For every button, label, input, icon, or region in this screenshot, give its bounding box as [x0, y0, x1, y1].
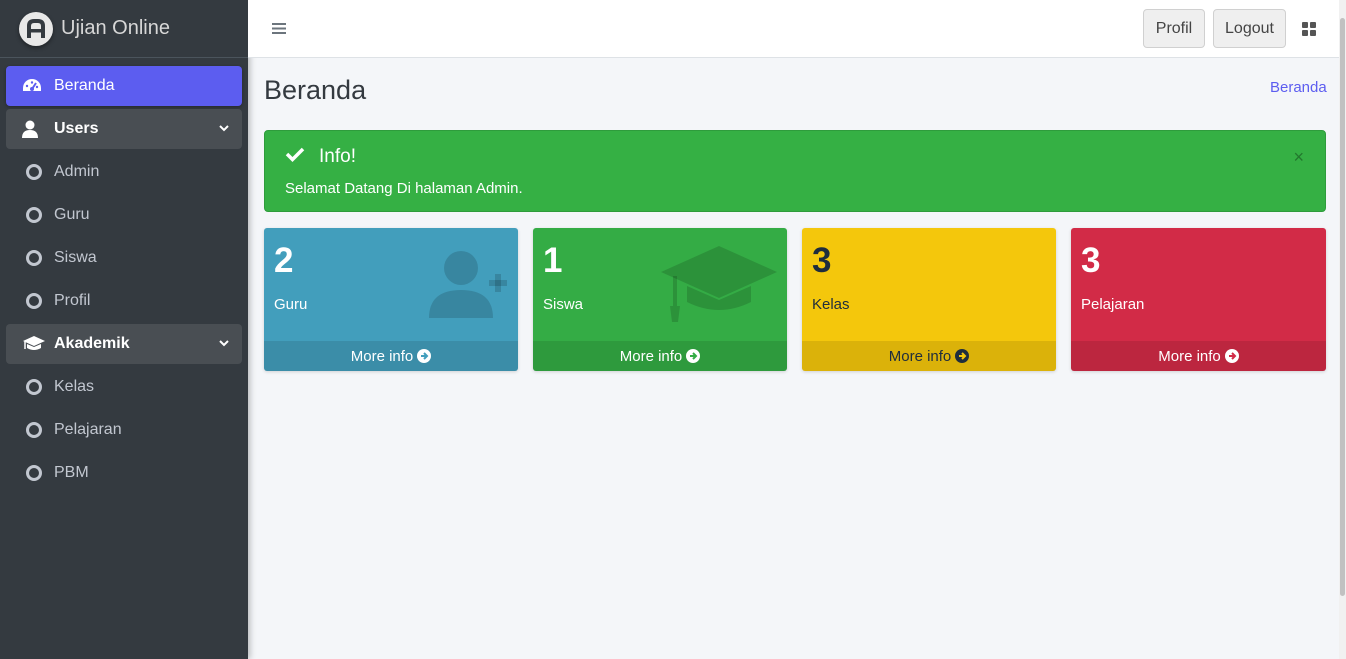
sidebar-item-label: Siswa: [54, 249, 97, 266]
sidebar-item-pelajaran[interactable]: Pelajaran: [6, 410, 242, 450]
stat-box-siswa: 1 Siswa More info: [533, 228, 787, 371]
stat-label: Siswa: [543, 296, 584, 313]
stat-value: 2: [274, 241, 294, 280]
more-info-link[interactable]: More info: [533, 341, 787, 371]
user-icon: [22, 119, 46, 139]
stat-value: 3: [1081, 241, 1101, 280]
chevron-down-icon: [218, 336, 230, 354]
circle-icon: [22, 463, 46, 483]
circle-icon: [22, 420, 46, 440]
apps-grid-icon[interactable]: [1302, 22, 1316, 41]
sidebar-item-label: Guru: [54, 206, 90, 223]
stat-label: Kelas: [812, 296, 850, 313]
close-icon[interactable]: ×: [1293, 147, 1304, 168]
sidebar-item-users[interactable]: Users: [6, 109, 242, 149]
more-info-label: More info: [619, 347, 683, 365]
sidebar-item-profil[interactable]: Profil: [6, 281, 242, 321]
stat-label: Guru: [274, 296, 308, 313]
sidebar-item-siswa[interactable]: Siswa: [6, 238, 242, 278]
circle-icon: [22, 248, 46, 268]
stat-box-pelajaran: 3 Pelajaran More info: [1071, 228, 1326, 371]
more-info-label: More info: [888, 347, 952, 365]
stat-value: 1: [543, 241, 563, 280]
alert-message: Selamat Datang Di halaman Admin.: [285, 180, 523, 197]
check-icon: [285, 146, 305, 168]
alert-header: Info!: [285, 146, 356, 168]
more-info-link[interactable]: More info: [802, 341, 1056, 371]
dashboard-icon: [22, 76, 46, 96]
sidebar-item-akademik[interactable]: Akademik: [6, 324, 242, 364]
circle-icon: [22, 291, 46, 311]
sidebar-item-admin[interactable]: Admin: [6, 152, 242, 192]
scrollbar[interactable]: [1339, 0, 1346, 659]
sidebar-item-pbm[interactable]: PBM: [6, 453, 242, 493]
more-info-label: More info: [1158, 347, 1221, 365]
more-info-link[interactable]: More info: [1071, 341, 1326, 371]
sidebar-item-beranda[interactable]: Beranda: [6, 66, 242, 106]
info-alert: Info! Selamat Datang Di halaman Admin. ×: [264, 130, 1326, 212]
sidebar: Ujian Online Beranda Users Admin Guru Si…: [0, 0, 248, 659]
breadcrumb[interactable]: Beranda: [1270, 79, 1327, 96]
scrollbar-thumb[interactable]: [1340, 18, 1345, 596]
sidebar-item-label: Kelas: [54, 378, 95, 395]
sidebar-item-label: PBM: [54, 464, 89, 481]
sidebar-item-label: Profil: [54, 292, 91, 309]
sidebar-item-label: Beranda: [54, 77, 115, 94]
sidebar-item-kelas[interactable]: Kelas: [6, 367, 242, 407]
stat-box-kelas: 3 Kelas More info: [802, 228, 1056, 371]
page-title: Beranda: [264, 75, 367, 105]
more-info-link[interactable]: More info: [264, 341, 518, 371]
sidebar-item-guru[interactable]: Guru: [6, 195, 242, 235]
brand-name: Ujian Online: [61, 17, 170, 39]
stat-label: Pelajaran: [1081, 296, 1145, 313]
arrow-circle-right-icon: [686, 349, 701, 363]
user-plus-icon: [427, 248, 509, 325]
sidebar-item-label: Users: [54, 120, 99, 137]
brand[interactable]: Ujian Online: [0, 0, 248, 58]
graduation-cap-icon: [22, 334, 46, 354]
alert-title: Info!: [319, 146, 356, 167]
logout-button[interactable]: Logout: [1213, 9, 1286, 48]
arrow-circle-right-icon: [955, 349, 970, 363]
circle-icon: [22, 205, 46, 225]
profil-button[interactable]: Profil: [1143, 9, 1205, 48]
more-info-label: More info: [350, 347, 414, 365]
topbar: Profil Logout: [248, 0, 1339, 58]
hamburger-menu-icon[interactable]: [272, 22, 286, 40]
stat-box-guru: 2 Guru More info: [264, 228, 518, 371]
graduation-cap-icon: [659, 244, 779, 329]
chevron-down-icon: [218, 121, 230, 139]
circle-icon: [22, 377, 46, 397]
circle-icon: [22, 162, 46, 182]
arrow-circle-right-icon: [1224, 349, 1239, 363]
sidebar-item-label: Pelajaran: [54, 421, 122, 438]
arrow-circle-right-icon: [417, 349, 432, 363]
stat-value: 3: [812, 241, 832, 280]
sidebar-item-label: Akademik: [54, 335, 130, 352]
brand-logo-icon: [19, 11, 53, 46]
sidebar-item-label: Admin: [54, 163, 100, 180]
sidebar-nav: Beranda Users Admin Guru Siswa Profil Ak…: [0, 58, 248, 493]
